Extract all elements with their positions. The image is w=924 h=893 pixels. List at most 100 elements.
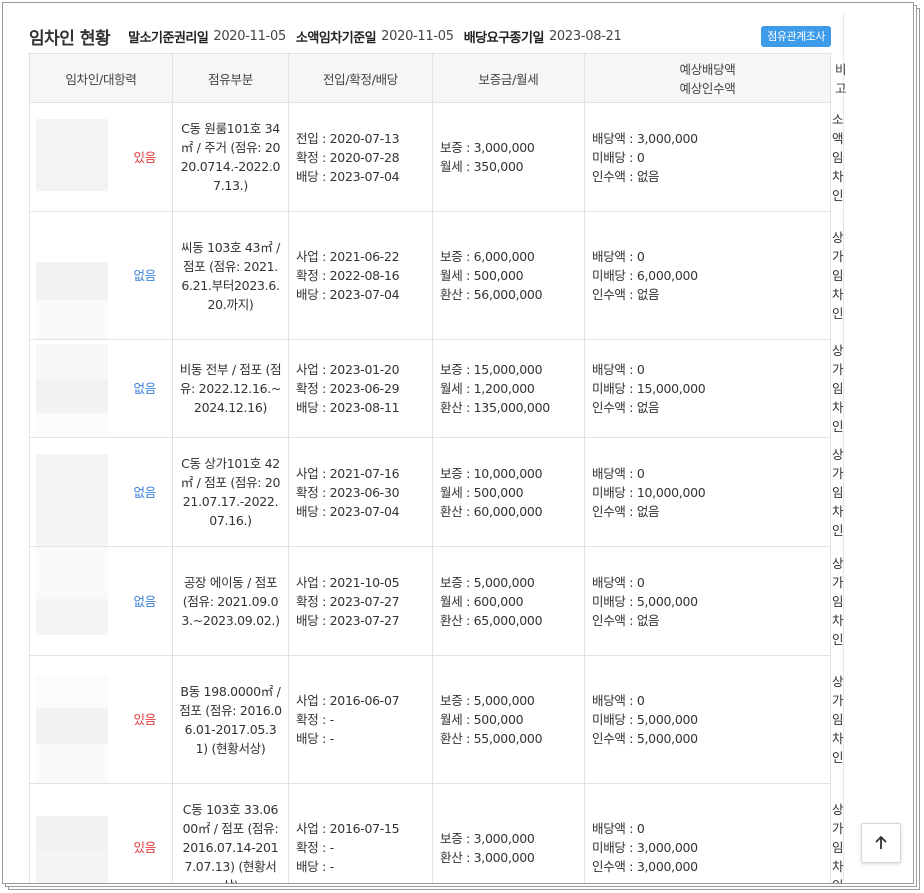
table-row: 있음 C동 원룸101호 34㎡ / 주거 (점유: 2020.0714.-202…	[29, 102, 843, 212]
deposit-line: 환산 : 3,000,000	[440, 849, 535, 865]
dividend-line: 미배당 : 3,000,000	[592, 840, 698, 855]
redacted-name-block	[36, 212, 108, 262]
col-tenant: 임차인/대항력	[29, 53, 173, 103]
redacted-name-block	[36, 547, 108, 599]
table-row: 있음 C동 103호 33.0600㎡ / 점포 (점유: 2016.07.14-…	[29, 783, 843, 883]
redacted-name-block	[36, 599, 108, 635]
redacted-name-block	[36, 816, 108, 850]
redacted-name-block	[36, 676, 108, 708]
dividend-line: 배당액 : 0	[592, 574, 645, 590]
dividend-line: 미배당 : 5,000,000	[592, 593, 698, 609]
opposing-power-value: 없음	[133, 484, 157, 500]
dividend-cell: 배당액 : 0 미배당 : 5,000,000 인수액 : 5,000,000	[583, 655, 832, 784]
deposit-line: 보증 : 5,000,000	[440, 693, 535, 708]
dividend-line: 미배당 : 10,000,000	[592, 484, 706, 500]
deposit-line: 보증 : 5,000,000	[440, 574, 535, 590]
col-occupied-part: 점유부분	[172, 53, 289, 103]
dividend-cell: 배당액 : 0 미배당 : 3,000,000 인수액 : 3,000,000	[583, 783, 832, 883]
opposing-power-value: 없음	[133, 593, 157, 609]
small-lease-date-label: 소액임차기준일	[295, 30, 377, 46]
tenant-table-body: 있음 C동 원룸101호 34㎡ / 주거 (점유: 2020.0714.-202…	[29, 102, 843, 883]
date-line: 배당 : 2023-07-04	[296, 168, 400, 184]
cancellation-date-value: 2020-11-05	[213, 28, 286, 44]
occupied-part-cell: 공장 에이동 / 점포 (점유: 2021.09.03.~2023.09.02.…	[172, 546, 289, 656]
opposing-power-value: 없음	[133, 381, 157, 396]
deposit-line: 보증 : 15,000,000	[440, 362, 543, 377]
date-line: 확정 : -	[296, 712, 334, 727]
date-line: 사업 : 2021-10-05	[296, 574, 400, 590]
dividend-cell: 배당액 : 0 미배당 : 5,000,000 인수액 : 없음	[583, 546, 832, 656]
dividend-deadline-label: 배당요구종기일	[463, 30, 545, 46]
deposit-line: 보증 : 3,000,000	[440, 830, 535, 846]
page-title: 임차인 현황	[29, 28, 111, 49]
table-row: 있음 B동 198.0000㎡ / 점포 (점유: 2016.06.01-2017…	[29, 655, 843, 784]
occupancy-survey-button[interactable]: 점유관계조사	[761, 26, 831, 47]
deposit-line: 환산 : 135,000,000	[440, 400, 550, 415]
dates-cell: 사업 : 2021-10-05 확정 : 2023-07-27 배당 : 2023-…	[288, 546, 433, 656]
date-line: 확정 : 2023-07-27	[296, 593, 400, 609]
deposit-cell: 보증 : 15,000,000 월세 : 1,200,000 환산 : 135,00…	[432, 339, 585, 438]
occupied-part-cell: 비동 전부 / 점포 (점유: 2022.12.16.~2024.12.16)	[172, 339, 289, 438]
opposing-power-cell: 없음	[117, 211, 173, 340]
redacted-name-block	[36, 300, 108, 339]
date-line: 배당 : 2023-07-04	[296, 287, 400, 302]
date-line: 확정 : 2020-07-28	[296, 149, 400, 165]
deposit-cell: 보증 : 10,000,000 월세 : 500,000 환산 : 60,000,0…	[432, 437, 585, 547]
occupied-part-cell: 씨동 103호 43㎡ / 점포 (점유: 2021.6.21.부터2023.6…	[172, 211, 289, 340]
deposit-line: 월세 : 1,200,000	[440, 381, 535, 396]
dividend-cell: 배당액 : 3,000,000 미배당 : 0 인수액 : 없음	[583, 102, 832, 212]
tenant-name-cell	[29, 783, 118, 883]
date-line: 사업 : 2016-06-07	[296, 693, 400, 708]
dividend-line: 미배당 : 0	[592, 149, 645, 165]
deposit-line: 월세 : 500,000	[440, 484, 524, 500]
dividend-cell: 배당액 : 0 미배당 : 15,000,000 인수액 : 없음	[583, 339, 832, 438]
date-line: 배당 : 2023-07-27	[296, 612, 400, 628]
dividend-line: 인수액 : 없음	[592, 400, 660, 415]
dividend-cell: 배당액 : 0 미배당 : 6,000,000 인수액 : 없음	[583, 211, 832, 340]
redacted-name-block	[36, 850, 108, 883]
deposit-cell: 보증 : 6,000,000 월세 : 500,000 환산 : 56,000,00…	[432, 211, 585, 340]
date-line: 배당 : -	[296, 859, 334, 874]
cancellation-date-label: 말소기준권리일	[128, 30, 209, 46]
table-row: 없음 비동 전부 / 점포 (점유: 2022.12.16.~2024.12.16…	[29, 339, 843, 438]
opposing-power-cell: 있음	[117, 655, 173, 784]
table-row: 없음 씨동 103호 43㎡ / 점포 (점유: 2021.6.21.부터2023…	[29, 211, 843, 340]
tenant-name-cell	[29, 211, 118, 340]
table-row: 없음 공장 에이동 / 점포 (점유: 2021.09.03.~2023.09.0…	[29, 546, 843, 656]
dates-cell: 사업 : 2016-06-07 확정 : - 배당 : -	[288, 655, 433, 784]
redacted-name-block	[36, 344, 108, 380]
date-line: 확정 : -	[296, 840, 334, 855]
dividend-line: 인수액 : 없음	[592, 503, 660, 519]
date-line: 배당 : 2023-08-11	[296, 400, 400, 415]
redacted-name-block	[36, 708, 108, 744]
dates-cell: 사업 : 2021-06-22 확정 : 2022-08-16 배당 : 2023-…	[288, 211, 433, 340]
deposit-line: 월세 : 600,000	[440, 593, 524, 609]
scroll-top-button[interactable]	[861, 823, 901, 863]
deposit-cell: 보증 : 3,000,000 환산 : 3,000,000	[432, 783, 585, 883]
col-deposit-rent: 보증금/월세	[432, 53, 585, 103]
dividend-line: 배당액 : 0	[592, 249, 645, 264]
deposit-line: 환산 : 56,000,000	[440, 287, 543, 302]
date-line: 확정 : 2023-06-30	[296, 484, 400, 500]
dividend-line: 배당액 : 0	[592, 821, 645, 836]
date-line: 배당 : 2023-07-04	[296, 503, 400, 519]
opposing-power-cell: 있음	[117, 102, 173, 212]
occupied-part-cell: C동 원룸101호 34㎡ / 주거 (점유: 2020.0714.-2022.…	[172, 102, 289, 212]
dates-cell: 전입 : 2020-07-13 확정 : 2020-07-28 배당 : 2023-…	[288, 102, 433, 212]
col-expected-dividend: 예상배당액 예상인수액	[583, 53, 832, 103]
table-row: 없음 C동 상가101호 42㎡ / 점포 (점유: 2021.07.17.-20…	[29, 437, 843, 547]
deposit-line: 월세 : 500,000	[440, 712, 524, 727]
tenant-name-cell	[29, 655, 118, 784]
deposit-line: 월세 : 500,000	[440, 268, 524, 283]
deposit-cell: 보증 : 3,000,000 월세 : 350,000	[432, 102, 585, 212]
deposit-line: 환산 : 60,000,000	[440, 503, 543, 519]
occupied-part-cell: B동 198.0000㎡ / 점포 (점유: 2016.06.01-2017.0…	[172, 655, 289, 784]
redacted-name-block	[36, 262, 108, 300]
opposing-power-value: 있음	[133, 712, 157, 727]
col-expected-takeover-label: 예상인수액	[679, 81, 736, 96]
dividend-line: 미배당 : 5,000,000	[592, 712, 698, 727]
occupied-part-cell: C동 상가101호 42㎡ / 점포 (점유: 2021.07.17.-2022…	[172, 437, 289, 547]
dividend-line: 배당액 : 3,000,000	[592, 130, 698, 146]
dividend-line: 배당액 : 0	[592, 693, 645, 708]
opposing-power-value: 있음	[133, 840, 157, 855]
